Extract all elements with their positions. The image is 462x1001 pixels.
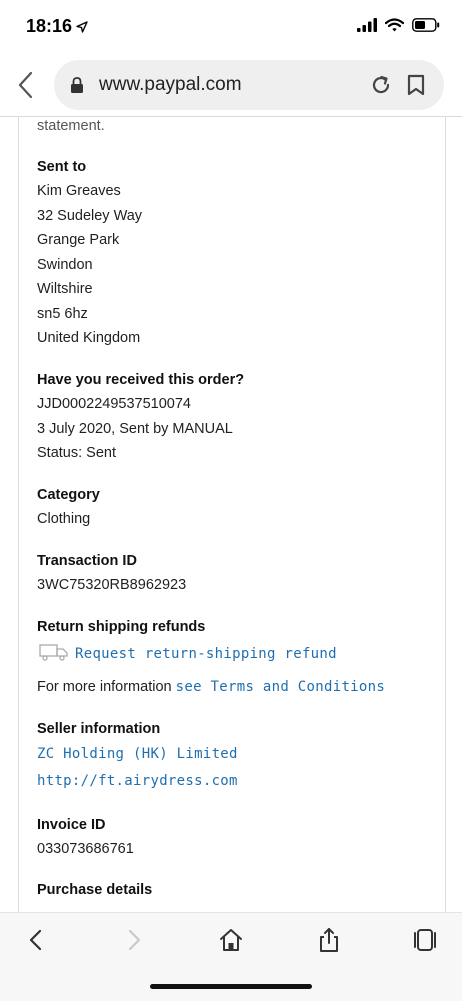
signal-icon bbox=[357, 18, 377, 32]
address-line: Kim Greaves bbox=[37, 183, 121, 199]
tabs-icon[interactable] bbox=[412, 927, 438, 953]
invoice-value: 033073686761 bbox=[37, 841, 134, 857]
time-text: 18:16 bbox=[26, 16, 73, 36]
home-icon[interactable] bbox=[218, 927, 244, 953]
browser-back-icon[interactable] bbox=[14, 70, 38, 100]
sent-to-heading: Sent to bbox=[37, 159, 87, 175]
status-time: 18:16 bbox=[26, 16, 88, 37]
order-status: Status: Sent bbox=[37, 445, 116, 461]
terms-link[interactable]: see Terms and Conditions bbox=[176, 679, 386, 695]
seller-website-link[interactable]: http://ft.airydress.com bbox=[37, 773, 238, 789]
bookmark-icon[interactable] bbox=[406, 74, 426, 96]
sent-info: 3 July 2020, Sent by MANUAL bbox=[37, 421, 233, 437]
wifi-icon bbox=[385, 18, 404, 32]
address-line: United Kingdom bbox=[37, 330, 141, 346]
browser-address-bar: www.paypal.com bbox=[0, 56, 462, 117]
url-text: www.paypal.com bbox=[99, 74, 242, 95]
battery-icon bbox=[412, 18, 440, 32]
home-indicator bbox=[150, 984, 312, 989]
transaction-id-value: 3WC75320RB8962923 bbox=[37, 577, 187, 593]
seller-name-link[interactable]: ZC Holding (HK) Limited bbox=[37, 746, 238, 762]
toolbar-back-icon[interactable] bbox=[24, 927, 50, 953]
order-heading: Have you received this order? bbox=[37, 372, 245, 388]
truck-icon bbox=[39, 644, 68, 661]
reload-icon[interactable] bbox=[370, 74, 392, 96]
category-heading: Category bbox=[37, 487, 100, 503]
request-return-shipping-link[interactable]: Request return-shipping refund bbox=[75, 646, 337, 662]
more-info-prefix: For more information bbox=[37, 679, 172, 695]
category-value: Clothing bbox=[37, 511, 91, 527]
purchase-details-heading: Purchase details bbox=[37, 882, 153, 898]
status-bar: 18:16 bbox=[0, 0, 462, 56]
statement-tail: statement. bbox=[37, 118, 105, 134]
more-info-text: For more information see Terms and Condi… bbox=[37, 679, 385, 695]
share-icon[interactable] bbox=[316, 927, 342, 953]
toolbar-forward-icon[interactable] bbox=[120, 927, 146, 953]
location-arrow-icon bbox=[76, 20, 88, 33]
seller-heading: Seller information bbox=[37, 721, 161, 737]
transaction-details: statement. Sent to Kim Greaves 32 Sudele… bbox=[0, 117, 462, 912]
address-line: 32 Sudeley Way bbox=[37, 208, 143, 224]
return-shipping-heading: Return shipping refunds bbox=[37, 619, 206, 635]
address-line: Swindon bbox=[37, 257, 93, 273]
details-card: statement. Sent to Kim Greaves 32 Sudele… bbox=[18, 117, 446, 912]
address-line: Wiltshire bbox=[37, 281, 93, 297]
url-field[interactable]: www.paypal.com bbox=[54, 60, 444, 110]
transaction-id-heading: Transaction ID bbox=[37, 553, 137, 569]
invoice-heading: Invoice ID bbox=[37, 817, 106, 833]
address-line: Grange Park bbox=[37, 232, 120, 248]
address-line: sn5 6hz bbox=[37, 306, 88, 322]
tracking-number: JJD0002249537510074 bbox=[37, 396, 191, 412]
lock-icon bbox=[71, 77, 83, 93]
